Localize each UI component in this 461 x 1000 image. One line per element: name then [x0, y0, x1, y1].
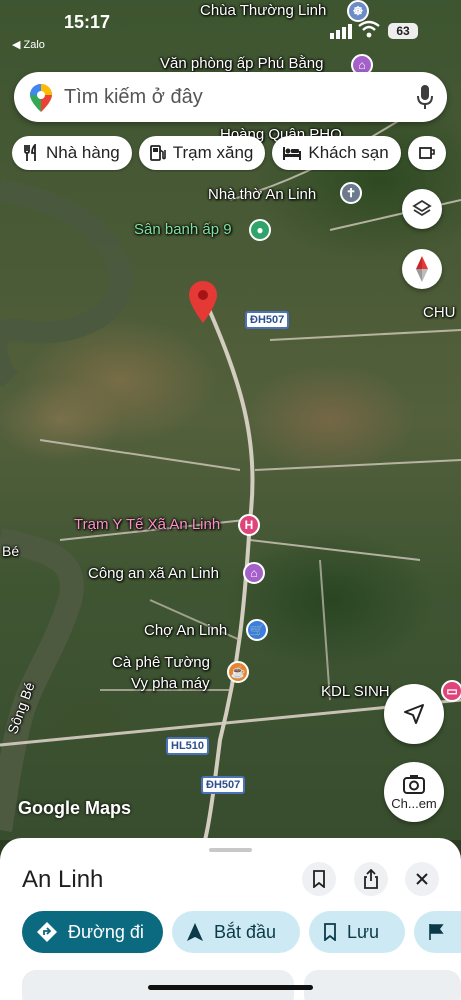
label-cong-an[interactable]: Công an xã An Linh [88, 565, 219, 582]
chip-gas-stations[interactable]: Trạm xăng [138, 136, 266, 170]
label-kdl[interactable]: KDL SINH [321, 683, 390, 700]
place-title: An Linh [22, 866, 104, 893]
police-icon[interactable]: ⌂ [243, 562, 265, 584]
place-sheet[interactable]: An Linh Đường đi Bắt đầu Lưu [0, 838, 461, 1000]
navigation-arrow-icon [404, 704, 424, 724]
label-cho[interactable]: Chợ An Linh [144, 622, 227, 639]
camera-search-icon [403, 774, 425, 794]
preview-card-right[interactable] [304, 970, 461, 1000]
navigation-start-icon [186, 922, 204, 942]
save-label: Lưu [347, 921, 380, 942]
coffee-cup-icon [418, 144, 436, 162]
label-ca-phe-2[interactable]: Vy pha máy [131, 675, 210, 692]
compass-icon [416, 256, 428, 282]
google-maps-pin-icon [30, 84, 52, 117]
search-with-camera-button[interactable]: Ch...em [384, 762, 444, 822]
label-tram-y-te[interactable]: Trạm Y Tế Xã An Linh [74, 516, 220, 533]
hospital-icon[interactable]: H [238, 514, 260, 536]
directions-label: Đường đi [68, 921, 144, 942]
microphone-icon[interactable] [417, 85, 433, 114]
label-nha-tho[interactable]: Nhà thờ An Linh [208, 186, 316, 203]
google-maps-logo: Google Maps [18, 798, 132, 818]
chip-coffee[interactable] [407, 136, 446, 170]
share-button[interactable] [354, 862, 388, 896]
chip-gas-stations-label: Trạm xăng [172, 143, 254, 162]
park-icon[interactable]: ● [249, 219, 271, 241]
search-input[interactable] [64, 82, 394, 112]
chip-hotels[interactable]: Khách sạn [272, 136, 401, 170]
start-label: Bắt đầu [214, 921, 277, 942]
directions-button[interactable]: Đường đi [22, 911, 163, 953]
hotel-icon [282, 145, 302, 161]
signal-icon [330, 23, 352, 44]
label-song-be-1: Bé [2, 543, 20, 559]
market-icon[interactable]: 🛒 [246, 619, 268, 641]
search-bar[interactable] [14, 72, 447, 122]
resort-icon[interactable]: ▭ [441, 680, 461, 702]
restaurant-icon [22, 144, 40, 162]
road-shield-hl510: HL510 [166, 737, 210, 755]
label-san-banh[interactable]: Sân banh ấp 9 [134, 221, 232, 238]
road-shield-dh507-bottom: ĐH507 [201, 776, 246, 794]
directions-icon [36, 921, 58, 943]
start-button[interactable]: Bắt đầu [172, 911, 300, 953]
search-camera-label: Ch...em [391, 795, 437, 811]
status-bar: 15:17 63 ◀ Zalo [0, 0, 461, 51]
chip-restaurants-label: Nhà hàng [46, 143, 120, 162]
save-place-button[interactable] [302, 862, 336, 896]
label-ca-phe-1[interactable]: Cà phê Tường [112, 654, 210, 671]
my-location-button[interactable] [384, 684, 444, 744]
status-time: 15:17 [64, 12, 111, 32]
compass-button[interactable] [402, 249, 442, 289]
coffee-icon[interactable]: ☕ [227, 661, 249, 683]
road-shield-dh507-top: ĐH507 [245, 311, 290, 329]
label-chu[interactable]: CHU [423, 304, 456, 321]
church-icon[interactable]: ✝ [340, 182, 362, 204]
save-button[interactable]: Lưu [309, 911, 405, 953]
share-icon [364, 869, 378, 889]
category-chips: Nhà hàng Trạm xăng Khách sạn [12, 136, 461, 172]
bookmark-save-icon [323, 923, 337, 941]
back-to-zalo[interactable]: ◀ Zalo [12, 38, 45, 51]
close-button[interactable] [405, 862, 439, 896]
wifi-icon [358, 20, 380, 43]
sheet-drag-handle[interactable] [209, 848, 252, 852]
chip-restaurants[interactable]: Nhà hàng [12, 136, 132, 170]
bookmark-icon [313, 870, 325, 888]
layers-button[interactable] [402, 189, 442, 229]
gas-station-icon [149, 144, 167, 162]
battery-indicator: 63 [388, 23, 418, 39]
location-pin-icon[interactable] [189, 281, 217, 323]
chip-hotels-label: Khách sạn [308, 143, 389, 162]
home-indicator[interactable] [148, 985, 313, 990]
label-flag-button[interactable] [414, 911, 461, 953]
flag-icon [428, 923, 444, 941]
layers-icon [412, 199, 432, 217]
label-van-phong-ap[interactable]: Văn phòng ấp Phú Bằng [160, 55, 323, 72]
close-icon [416, 873, 428, 885]
